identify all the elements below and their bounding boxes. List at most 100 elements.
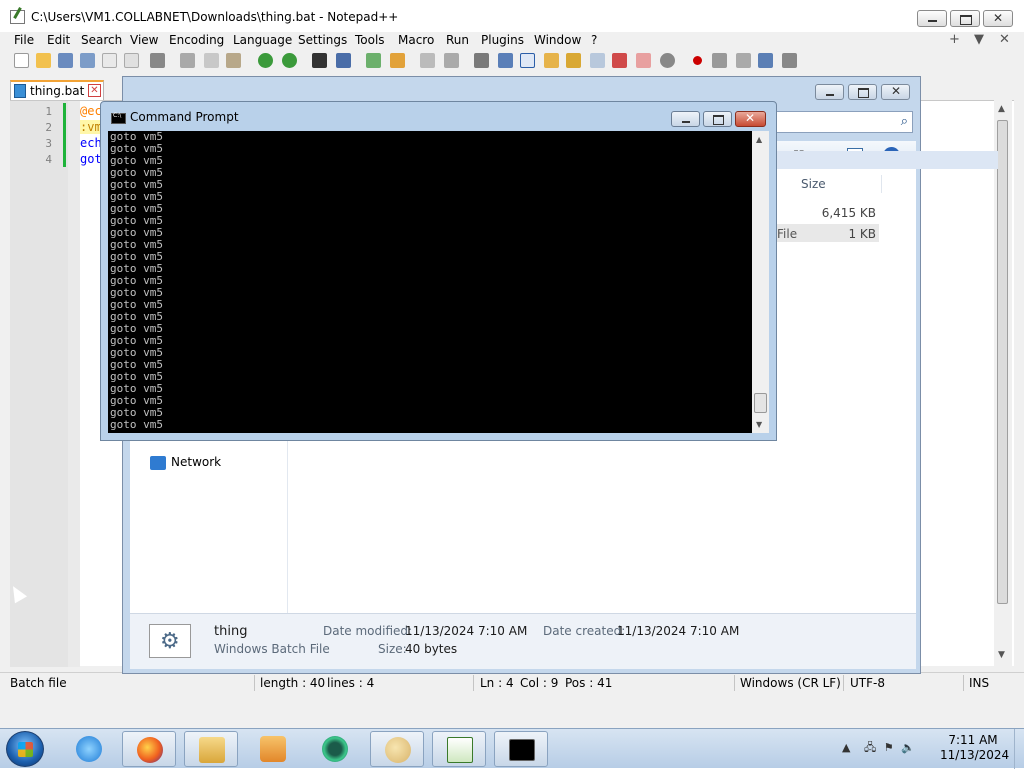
menu-edit[interactable]: Edit xyxy=(47,33,70,47)
menu-view[interactable]: View xyxy=(130,33,158,47)
scrollbar-thumb[interactable] xyxy=(997,120,1008,604)
file-size: 1 KB xyxy=(848,227,876,241)
column-header-size[interactable]: Size xyxy=(801,177,826,191)
menu-search[interactable]: Search xyxy=(81,33,122,47)
scrollbar-thumb[interactable] xyxy=(754,393,767,413)
search-input[interactable]: ⌕ xyxy=(775,111,913,133)
run-multiple-icon[interactable] xyxy=(758,53,773,68)
tab-close-icon[interactable]: ✕ xyxy=(88,84,101,97)
tab-bar: thing.bat ✕ xyxy=(10,80,123,100)
menu-plugins[interactable]: Plugins xyxy=(481,33,524,47)
indent-guide-icon[interactable] xyxy=(520,53,535,68)
scroll-up-icon[interactable]: ▲ xyxy=(998,104,1005,114)
folder-workspace-icon[interactable] xyxy=(612,53,627,68)
save-icon[interactable] xyxy=(58,53,73,68)
close-tab-icon[interactable]: ✕ xyxy=(999,32,1010,47)
function-list-icon[interactable] xyxy=(590,53,605,68)
taskbar-paint[interactable] xyxy=(370,731,424,767)
scroll-down-icon[interactable]: ▼ xyxy=(756,420,762,429)
tab-label: thing.bat xyxy=(30,84,85,98)
new-tab-icon[interactable]: + xyxy=(949,32,960,47)
scroll-up-icon[interactable]: ▲ xyxy=(756,135,762,144)
document-map-icon[interactable] xyxy=(566,53,581,68)
cmd-close-button[interactable] xyxy=(735,111,766,127)
undo-icon[interactable] xyxy=(258,53,273,68)
menu-settings[interactable]: Settings xyxy=(298,33,347,47)
editor-scrollbar[interactable]: ▲ ▼ xyxy=(994,100,1012,666)
menu-window[interactable]: Window xyxy=(534,33,581,47)
replace-icon[interactable] xyxy=(336,53,351,68)
taskbar-media-player[interactable] xyxy=(246,731,300,767)
app-icon xyxy=(322,736,348,762)
nav-item-network[interactable]: Network xyxy=(150,455,221,470)
taskbar-firefox[interactable] xyxy=(122,731,176,767)
close-button[interactable] xyxy=(983,10,1013,27)
playback-icon[interactable] xyxy=(736,53,751,68)
cmd-maximize-button[interactable] xyxy=(703,111,732,127)
minimize-button[interactable] xyxy=(917,10,947,27)
menu-encoding[interactable]: Encoding xyxy=(169,33,224,47)
eye-icon[interactable] xyxy=(660,53,675,68)
open-file-icon[interactable] xyxy=(36,53,51,68)
menu-file[interactable]: File xyxy=(14,33,34,47)
menu-tools[interactable]: Tools xyxy=(355,33,385,47)
taskbar-file-explorer[interactable] xyxy=(184,731,238,767)
zoom-in-icon[interactable] xyxy=(366,53,381,68)
status-eol[interactable]: Windows (CR LF) xyxy=(740,676,841,690)
cmd-scrollbar[interactable]: ▲ ▼ xyxy=(752,131,769,433)
command-prompt-icon xyxy=(509,739,535,761)
save-macro-icon[interactable] xyxy=(782,53,797,68)
action-center-flag-icon[interactable]: ⚑ xyxy=(884,741,894,754)
tab-thing-bat[interactable]: thing.bat ✕ xyxy=(10,80,104,100)
menu-language[interactable]: Language xyxy=(233,33,292,47)
monitoring-icon[interactable] xyxy=(636,53,651,68)
save-all-icon[interactable] xyxy=(80,53,95,68)
taskbar: ▲ 🖧 ⚑ 🔈 7:11 AM 11/13/2024 xyxy=(0,728,1024,769)
close-all-icon[interactable] xyxy=(124,53,139,68)
find-icon[interactable] xyxy=(312,53,327,68)
system-tray: ▲ 🖧 ⚑ 🔈 xyxy=(842,739,915,758)
network-tray-icon[interactable]: 🖧 xyxy=(864,741,876,754)
paste-icon[interactable] xyxy=(226,53,241,68)
explorer-close-button[interactable] xyxy=(881,84,910,100)
copy-icon[interactable] xyxy=(204,53,219,68)
taskbar-app[interactable] xyxy=(308,731,362,767)
firefox-icon xyxy=(137,737,163,763)
print-icon[interactable] xyxy=(150,53,165,68)
cut-icon[interactable] xyxy=(180,53,195,68)
explorer-maximize-button[interactable] xyxy=(848,84,877,100)
clock[interactable]: 7:11 AM 11/13/2024 xyxy=(940,733,1009,763)
record-macro-icon[interactable] xyxy=(693,56,702,65)
tab-list-icon[interactable]: ▼ xyxy=(974,32,984,47)
menu-macro[interactable]: Macro xyxy=(398,33,434,47)
close-file-icon[interactable] xyxy=(102,53,117,68)
scroll-down-icon[interactable]: ▼ xyxy=(998,650,1005,660)
menu-run[interactable]: Run xyxy=(446,33,469,47)
console-output[interactable]: goto vm5 goto vm5 goto vm5 goto vm5 goto vm5… xyxy=(108,131,752,433)
taskbar-command-prompt[interactable] xyxy=(494,731,548,767)
search-icon[interactable]: ⌕ xyxy=(901,114,908,129)
line-number: 3 xyxy=(45,137,52,150)
cmd-minimize-button[interactable] xyxy=(671,111,700,127)
stop-recording-icon[interactable] xyxy=(712,53,727,68)
redo-icon[interactable] xyxy=(282,53,297,68)
taskbar-notepad-plus-plus[interactable] xyxy=(432,731,486,767)
sync-horizontal-icon[interactable] xyxy=(444,53,459,68)
maximize-button[interactable] xyxy=(950,10,980,27)
show-desktop-button[interactable] xyxy=(1014,729,1024,769)
user-language-icon[interactable] xyxy=(544,53,559,68)
status-encoding[interactable]: UTF-8 xyxy=(850,676,885,690)
sync-vertical-icon[interactable] xyxy=(420,53,435,68)
taskbar-internet-explorer[interactable] xyxy=(62,731,116,767)
show-all-characters-icon[interactable] xyxy=(498,53,513,68)
zoom-out-icon[interactable] xyxy=(390,53,405,68)
explorer-minimize-button[interactable] xyxy=(815,84,844,100)
start-button[interactable] xyxy=(6,731,44,767)
new-file-icon[interactable] xyxy=(14,53,29,68)
volume-muted-icon[interactable]: 🔈 xyxy=(901,741,915,754)
status-insert-mode[interactable]: INS xyxy=(969,676,989,690)
window-title: C:\Users\VM1.COLLABNET\Downloads\thing.b… xyxy=(31,10,399,24)
menu-help[interactable]: ? xyxy=(591,33,597,47)
word-wrap-icon[interactable] xyxy=(474,53,489,68)
show-hidden-icons-icon[interactable]: ▲ xyxy=(842,741,850,754)
